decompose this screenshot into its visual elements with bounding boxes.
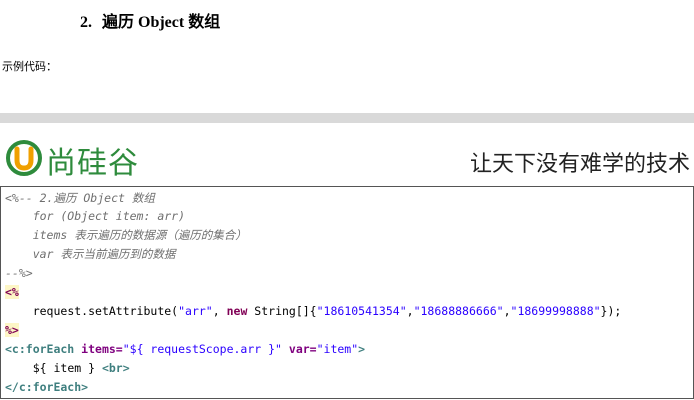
code-block: <%-- 2.遍历 Object 数组 for (Object item: ar…: [0, 186, 694, 399]
code-comment-line: items 表示遍历的数据源（遍历的集合）: [5, 228, 247, 242]
code-close-stmt: });: [600, 304, 622, 318]
code-type: String[]{: [247, 304, 317, 318]
code-line-foreach-open: <c:forEach items="${ requestScope.arr }"…: [5, 340, 365, 358]
brand-slogan: 让天下没有难学的技术: [469, 152, 690, 177]
code-tag: <c:forEach: [5, 342, 75, 356]
code-comment-line: for (Object item: arr): [5, 209, 186, 223]
code-attr-value: "${ requestScope.arr }": [122, 342, 282, 356]
code-comment-line: --%>: [5, 266, 33, 280]
code-line-foreach-close: </c:forEach>: [5, 378, 88, 396]
code-line-item-output: ${ item } <br>: [5, 359, 130, 377]
code-comma: ,: [212, 304, 227, 318]
scriptlet-open: <%: [5, 285, 19, 299]
code-string: "arr": [178, 304, 213, 318]
code-string: "18610541354": [316, 304, 407, 318]
code-line-open: <%: [5, 283, 19, 301]
code-br-tag: <br>: [101, 361, 130, 375]
code-comment-line: <%-- 2.遍历 Object 数组: [5, 191, 155, 205]
code-comment-line: var 表示当前遍历到的数据: [5, 247, 176, 261]
separator-bar: [0, 113, 694, 123]
code-attr-value: "item": [316, 342, 359, 356]
code-attr: items=: [74, 342, 123, 356]
code-comma: ,: [503, 304, 511, 318]
code-string: "18699998888": [510, 304, 601, 318]
code-keyword-new: new: [226, 304, 248, 318]
scriptlet-close: %>: [5, 323, 19, 337]
brand-name: 尚硅谷: [46, 146, 139, 181]
section-heading: 2. 遍历 Object 数组: [80, 8, 220, 32]
code-tag: </c:forEach>: [5, 380, 89, 394]
code-line-set-attribute: request.setAttribute("arr", new String[]…: [5, 302, 622, 320]
brand-banner: 尚硅谷 让天下没有难学的技术: [0, 130, 694, 184]
code-comma: ,: [406, 304, 414, 318]
code-tag-end: >: [358, 342, 366, 356]
code-line-close: %>: [5, 321, 19, 339]
example-caption: 示例代码：: [2, 60, 57, 73]
section-number: 2.: [80, 14, 92, 31]
code-attr: var=: [281, 342, 317, 356]
brand-logo-icon: [6, 140, 42, 176]
code-string: "18688886666": [413, 304, 504, 318]
code-method: request.setAttribute(: [32, 304, 179, 318]
code-expression: ${ item }: [32, 361, 102, 375]
section-title: 遍历 Object 数组: [102, 14, 221, 31]
